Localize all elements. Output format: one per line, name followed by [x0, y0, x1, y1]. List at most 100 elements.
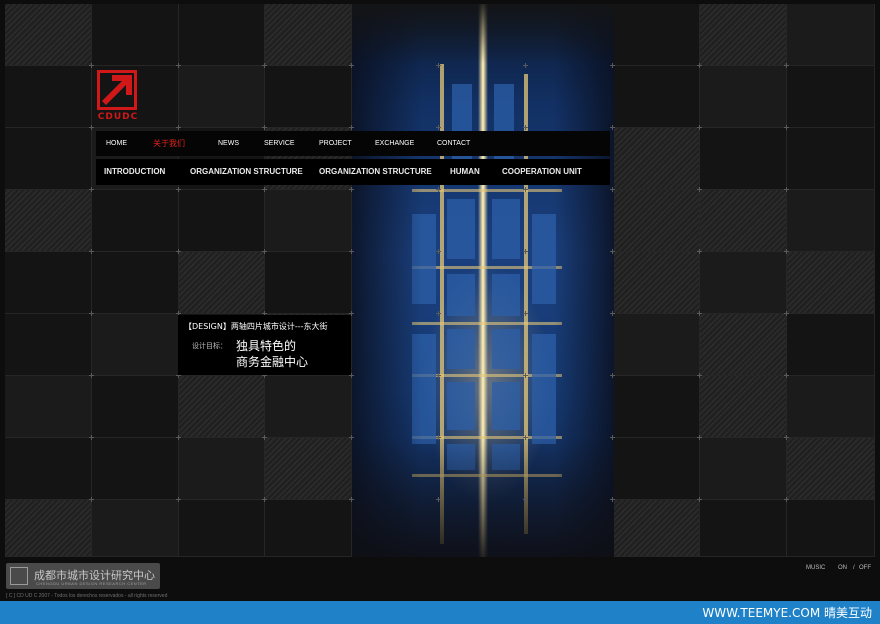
- grid-crosshair-icon: [436, 187, 441, 192]
- grid-crosshair-icon: [784, 497, 789, 502]
- grid-crosshair-icon: [784, 63, 789, 68]
- subnav-introduction[interactable]: INTRODUCTION: [104, 159, 165, 185]
- grid-crosshair-icon: [610, 373, 615, 378]
- grid-crosshair-icon: [89, 373, 94, 378]
- caption-title: 【DESIGN】两轴四片城市设计---东大街: [184, 322, 328, 331]
- grid-cell: [179, 190, 265, 252]
- grid-crosshair-icon: [176, 63, 181, 68]
- nav-exchange[interactable]: EXCHANGE: [375, 131, 414, 156]
- grid-crosshair-icon: [784, 435, 789, 440]
- grid-crosshair-icon: [784, 249, 789, 254]
- grid-crosshair-icon: [349, 435, 354, 440]
- grid-crosshair-icon: [523, 249, 528, 254]
- nav-home[interactable]: HOME: [106, 131, 127, 156]
- grid-cell: [700, 438, 787, 500]
- grid-cell: [700, 66, 787, 128]
- grid-crosshair-icon: [89, 497, 94, 502]
- grid-crosshair-icon: [697, 249, 702, 254]
- grid-crosshair-icon: [349, 249, 354, 254]
- project-caption[interactable]: 【DESIGN】两轴四片城市设计---东大街 设计目标： 独具特色的 商务金融中…: [178, 315, 351, 375]
- grid-crosshair-icon: [697, 63, 702, 68]
- grid-cell: [700, 4, 787, 66]
- grid-crosshair-icon: [523, 187, 528, 192]
- grid-cell: [179, 500, 265, 557]
- grid-cell: [700, 314, 787, 376]
- grid-crosshair-icon: [697, 373, 702, 378]
- grid-cell: [265, 500, 352, 557]
- grid-crosshair-icon: [89, 311, 94, 316]
- caption-line-1: 独具特色的: [236, 339, 297, 353]
- grid-cell: [265, 252, 352, 314]
- grid-cell: [92, 190, 179, 252]
- grid-crosshair-icon: [89, 249, 94, 254]
- grid-crosshair-icon: [262, 435, 267, 440]
- grid-cell: [265, 376, 352, 438]
- grid-crosshair-icon: [697, 311, 702, 316]
- banner-text: WWW.TEEMYE.COM 晴美互动: [702, 606, 872, 620]
- grid-crosshair-icon: [523, 125, 528, 130]
- grid-crosshair-icon: [436, 63, 441, 68]
- grid-crosshair-icon: [523, 63, 528, 68]
- grid-cell: [179, 4, 265, 66]
- subnav-organization-structure-1[interactable]: ORGANIZATION STRUCTURE: [190, 159, 303, 185]
- grid-crosshair-icon: [610, 435, 615, 440]
- grid-crosshair-icon: [349, 63, 354, 68]
- grid-crosshair-icon: [523, 497, 528, 502]
- grid-crosshair-icon: [349, 497, 354, 502]
- grid-crosshair-icon: [89, 63, 94, 68]
- grid-crosshair-icon: [262, 497, 267, 502]
- music-label: MUSIC: [806, 565, 826, 571]
- subnav-human[interactable]: HUMAN: [450, 159, 480, 185]
- music-separator: /: [853, 565, 855, 571]
- grid-cell: [613, 190, 700, 252]
- grid-cell: [700, 252, 787, 314]
- grid-crosshair-icon: [610, 497, 615, 502]
- grid-cell: [92, 252, 179, 314]
- nav-news[interactable]: NEWS: [218, 131, 239, 156]
- grid-cell: [5, 438, 92, 500]
- grid-cell: [265, 66, 352, 128]
- grid-cell: [179, 66, 265, 128]
- grid-crosshair-icon: [89, 187, 94, 192]
- grid-crosshair-icon: [784, 311, 789, 316]
- grid-cell: [5, 376, 92, 438]
- grid-crosshair-icon: [610, 187, 615, 192]
- nav-service[interactable]: SERVICE: [264, 131, 295, 156]
- grid-cell: [179, 376, 265, 438]
- grid-crosshair-icon: [523, 373, 528, 378]
- grid-crosshair-icon: [349, 187, 354, 192]
- footer-logo-english: CHENGDU URBAN DESIGN RESEARCH CENTER: [36, 581, 147, 586]
- subnav-organization-structure-2[interactable]: ORGANIZATION STRUCTURE: [319, 159, 432, 185]
- footer-logo[interactable]: 成都市城市设计研究中心 CHENGDU URBAN DESIGN RESEARC…: [6, 563, 160, 589]
- grid-crosshair-icon: [262, 249, 267, 254]
- grid-cell: [265, 190, 352, 252]
- grid-cell: [787, 190, 875, 252]
- grid-cell: [92, 500, 179, 557]
- grid-cell: [92, 314, 179, 376]
- grid-cell: [5, 500, 92, 557]
- nav-project[interactable]: PROJECT: [319, 131, 352, 156]
- subnav-cooperation-unit[interactable]: COOPERATION UNIT: [502, 159, 582, 185]
- grid-cell: [613, 376, 700, 438]
- grid-crosshair-icon: [784, 187, 789, 192]
- cdudc-logo[interactable]: CDUDC: [97, 70, 139, 124]
- grid-cell: [265, 4, 352, 66]
- grid-cell: [5, 314, 92, 376]
- grid-crosshair-icon: [610, 249, 615, 254]
- grid-crosshair-icon: [89, 125, 94, 130]
- grid-crosshair-icon: [610, 311, 615, 316]
- grid-cell: [5, 66, 92, 128]
- nav-contact[interactable]: CONTACT: [437, 131, 470, 156]
- music-on-button[interactable]: ON: [838, 565, 847, 571]
- grid-cell: [179, 438, 265, 500]
- grid-crosshair-icon: [262, 63, 267, 68]
- grid-crosshair-icon: [176, 497, 181, 502]
- music-off-button[interactable]: OFF: [859, 565, 871, 571]
- nav-about[interactable]: 关于我们: [153, 131, 185, 156]
- grid-crosshair-icon: [436, 435, 441, 440]
- grid-cell: [700, 500, 787, 557]
- grid-crosshair-icon: [176, 435, 181, 440]
- grid-crosshair-icon: [523, 435, 528, 440]
- grid-crosshair-icon: [349, 125, 354, 130]
- caption-line-2: 商务金融中心: [236, 355, 309, 369]
